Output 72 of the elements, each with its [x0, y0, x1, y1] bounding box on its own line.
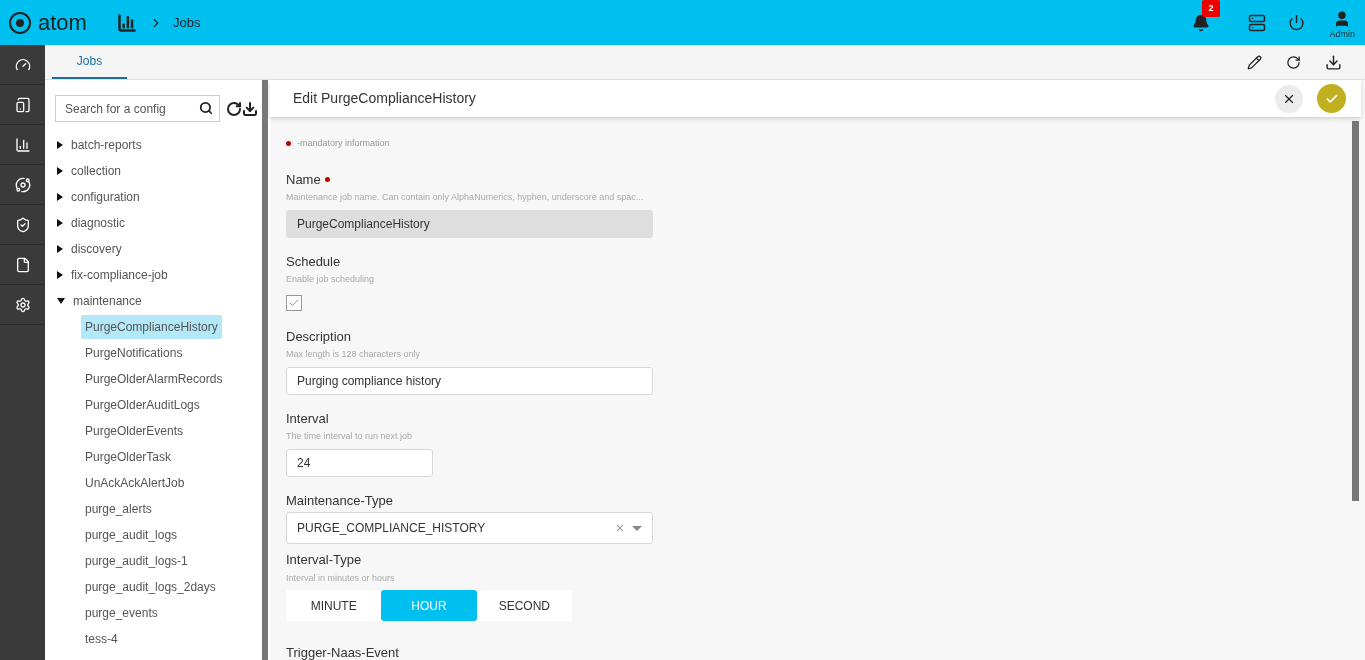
field-hint: The time interval to run next job [286, 430, 414, 443]
tree-item[interactable]: fix-compliance-job [55, 262, 262, 288]
tree-leaf[interactable]: purge_audit_logs [81, 523, 182, 547]
triangle-icon [57, 271, 63, 279]
field-label: Interval [286, 409, 329, 428]
shield-icon[interactable] [14, 216, 31, 233]
text-field[interactable]: 24 [286, 448, 433, 477]
tree-leaf[interactable]: PurgeOlderAuditLogs [81, 393, 204, 417]
refresh-icon[interactable] [1286, 54, 1301, 70]
gauge-icon[interactable] [14, 56, 31, 73]
gear-icon[interactable] [14, 296, 31, 313]
tree-leaf[interactable]: PurgeOlderTask [81, 445, 176, 469]
triangle-icon [57, 141, 63, 149]
field-label: Schedule [286, 252, 341, 271]
field-hint: Max length is 128 characters only [286, 348, 422, 361]
tree-leaf[interactable]: purge_alerts [81, 497, 156, 521]
bell-icon[interactable] [1192, 13, 1211, 32]
tree-item[interactable]: diagnostic [55, 210, 262, 236]
devices-icon[interactable] [14, 96, 31, 113]
tree-leaf[interactable]: PurgeNotifications [81, 341, 187, 365]
edit-icon[interactable] [1247, 54, 1262, 70]
user-name: Admin [1329, 27, 1355, 41]
triangle-icon [57, 167, 63, 175]
tree-leaf[interactable]: PurgeOlderEvents [81, 419, 188, 443]
select-field[interactable]: PURGE_COMPLIANCE_HISTORY × [286, 512, 653, 544]
refresh-icon[interactable] [226, 100, 242, 117]
tree-leaf[interactable]: purge_audit_logs_2days [81, 575, 220, 599]
file-icon[interactable] [14, 256, 31, 273]
notification-badge: 2 [1202, 0, 1220, 17]
tree-leaf[interactable]: UnAckAckAlertJob [81, 471, 189, 495]
logo-text: atom [38, 9, 87, 37]
chart-icon[interactable] [116, 12, 137, 33]
tree-item[interactable]: discovery [55, 236, 262, 262]
scrollbar[interactable] [262, 80, 268, 660]
scrollbar[interactable] [1352, 121, 1359, 501]
tree-leaf[interactable]: purge_audit_logs-1 [81, 549, 192, 573]
download-icon[interactable] [1325, 53, 1342, 71]
field-label: Maintenance-Type [286, 491, 393, 510]
search-field[interactable]: Search for a config [55, 95, 220, 122]
triangle-icon [57, 193, 63, 201]
tree-item[interactable]: configuration [55, 184, 262, 210]
triangle-icon [57, 219, 63, 227]
tree-leaf[interactable]: purge_events [81, 601, 162, 625]
power-icon[interactable] [1288, 14, 1306, 31]
triangle-icon [57, 245, 63, 253]
tab[interactable]: Jobs [52, 45, 127, 79]
field-label: Description [286, 327, 352, 346]
text-field[interactable]: Purging compliance history [286, 366, 653, 395]
logo-icon [8, 10, 32, 35]
checkbox[interactable] [286, 294, 302, 311]
field-hint: Enable job scheduling [286, 273, 376, 286]
tree-item[interactable]: collection [55, 158, 262, 184]
caret-icon [632, 525, 642, 531]
tree-item[interactable]: batch-reports [55, 132, 262, 158]
tree-leaf[interactable]: tess-4 [81, 627, 122, 651]
field-label: Name [286, 170, 321, 189]
field-label: Interval-Type [286, 551, 362, 569]
mandatory-note: -mandatory information [297, 137, 390, 150]
search-icon[interactable] [199, 101, 213, 115]
close-button[interactable] [1275, 84, 1303, 113]
nodes-icon[interactable] [14, 176, 31, 193]
chart-icon[interactable] [14, 136, 31, 153]
triangle-icon [57, 298, 65, 304]
tree-leaf[interactable]: PurgeComplianceHistory [81, 315, 222, 339]
breadcrumb-link[interactable]: Jobs [172, 12, 201, 33]
field-label: Trigger-Naas-Event [286, 644, 399, 660]
download-icon[interactable] [242, 100, 258, 117]
field-hint: Maintenance job name. Can contain only AlphaNumerics, hyphen, underscore and spac... [286, 191, 645, 204]
tree-leaf[interactable]: PurgeOlderAlarmRecords [81, 367, 227, 391]
editor-title: Edit PurgeComplianceHistory [293, 89, 477, 108]
server-icon[interactable] [1248, 13, 1267, 32]
tree-item[interactable]: maintenance [55, 288, 262, 314]
